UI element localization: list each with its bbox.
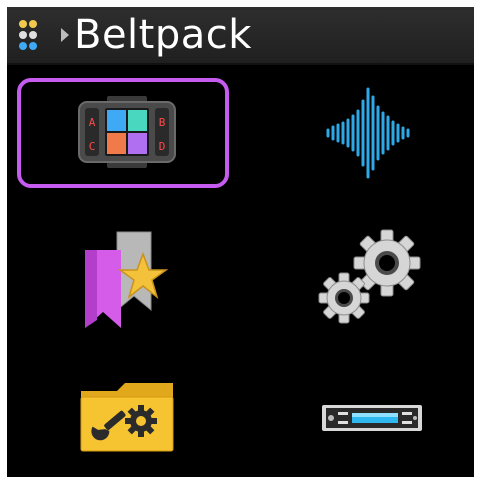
channel-keys-abcd-icon: A C B D (78, 96, 176, 168)
key-c-label: C (89, 140, 96, 153)
chevron-right-icon (61, 28, 69, 42)
key-a-label: A (89, 116, 96, 129)
header-bar: Beltpack (7, 7, 474, 65)
key-d-label: D (159, 140, 166, 153)
menu-item-settings[interactable] (262, 223, 474, 333)
beltpack-screen: Beltpack A C B D (7, 7, 474, 477)
menu-item-channel-keys[interactable]: A C B D (17, 78, 229, 188)
key-b-label: B (159, 116, 166, 129)
dots-grid-icon[interactable] (17, 19, 49, 51)
menu-item-device[interactable] (262, 363, 474, 473)
tools-folder-icon (80, 383, 174, 452)
menu-item-favorites[interactable] (17, 223, 229, 333)
page-title: Beltpack (74, 12, 252, 58)
menu-item-tools[interactable] (17, 363, 229, 473)
favorite-bookmark-star-icon (85, 231, 169, 328)
audio-waveform-icon (326, 87, 410, 179)
settings-gears-icon (318, 229, 421, 324)
rack-device-icon (322, 405, 422, 431)
menu-item-audio[interactable] (262, 78, 474, 188)
